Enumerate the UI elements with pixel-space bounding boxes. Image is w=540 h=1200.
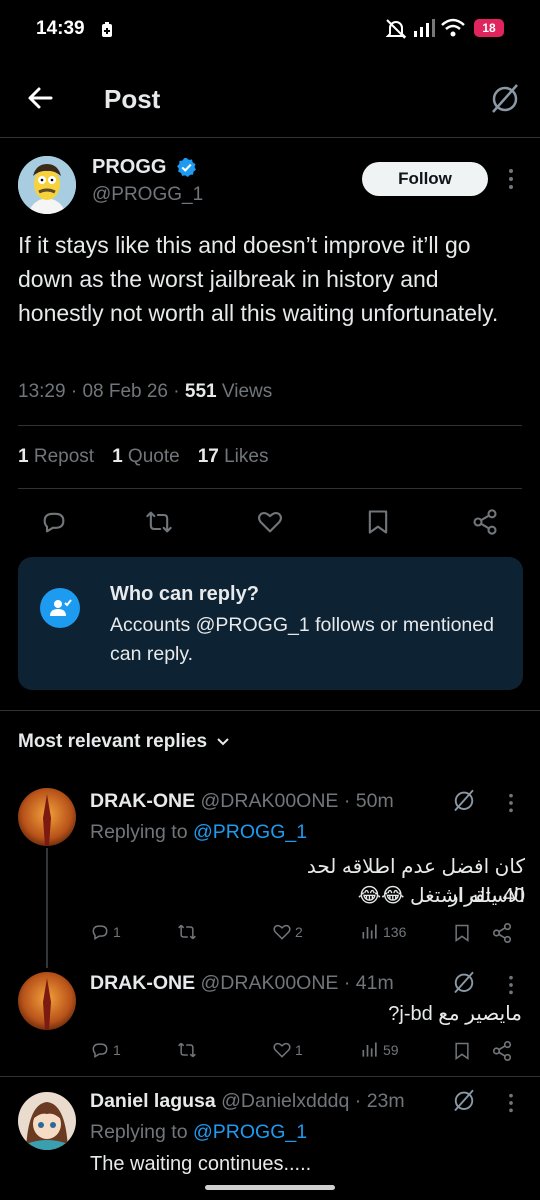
meta-divider [18,425,522,426]
share-icon[interactable] [491,1040,513,1062]
reply-comment-action[interactable]: 1 [90,1040,121,1060]
section-divider [0,710,540,711]
bookmark-icon[interactable] [452,1040,472,1062]
reply-views-action[interactable]: 59 [360,1040,399,1060]
verified-badge-icon [177,157,196,178]
post-time: 13:29 [18,381,66,402]
reply-author-name[interactable]: DRAK-ONE [90,790,195,812]
replying-to: Replying to @PROGG_1 [90,1121,308,1143]
reply-text-line: 40 ياله اشتغل 😂😂 [357,885,525,907]
views-icon [362,1042,377,1057]
quotes-stat[interactable]: 1 Quote [112,446,180,468]
reply-divider [0,1076,540,1077]
like-icon [273,1042,291,1058]
post-meta: 13:29 · 08 Feb 26 · 551 Views [18,381,272,403]
share-icon[interactable] [491,922,513,944]
reply-age: · 23m [354,1090,405,1112]
reply-text-line: مايصير مع j-bd? [388,1003,522,1025]
like-icon [273,924,291,940]
mute-icon [385,19,407,39]
like-icon[interactable] [256,508,284,536]
grok-icon[interactable] [452,970,476,994]
meta-separator: · [173,381,180,402]
back-arrow-icon[interactable] [26,84,54,112]
post-text: If it stays like this and doesn’t improv… [18,232,499,326]
reply-icon[interactable] [40,508,68,536]
more-icon[interactable] [506,167,516,191]
home-indicator[interactable] [205,1185,335,1190]
post-stats: 1 Repost 1 Quote 17 Likes [18,446,268,468]
reply-repost-action[interactable] [177,1040,200,1060]
notification-icon [102,22,112,37]
chevron-down-icon [217,738,229,746]
reply-author-name[interactable]: DRAK-ONE [90,972,195,994]
repost-icon [178,1042,196,1058]
reply-actions: 1 2 136 [0,922,540,946]
page-title: Post [104,84,161,114]
reply-age: · 50m [343,790,394,812]
header-divider [0,137,540,138]
likes-stat[interactable]: 17 Likes [198,446,269,468]
reply-author-handle[interactable]: @DRAK00ONE [201,972,339,994]
who-can-reply-body: Accounts @PROGG_1 follows or mentioned c… [110,614,494,665]
reply-author-name[interactable]: Daniel lagusa [90,1090,216,1112]
views-label: Views [221,381,273,402]
reposts-stat[interactable]: 1 Repost [18,446,94,468]
battery-indicator: 18 [474,19,504,37]
reply-header: Daniel lagusa @Danielxdddq · 23m [90,1090,405,1113]
bookmark-icon[interactable] [364,508,392,536]
replying-to: Replying to @PROGG_1 [90,821,308,843]
grok-icon[interactable] [452,788,476,812]
reply-avatar[interactable] [18,788,76,846]
author-handle[interactable]: @PROGG_1 [92,184,203,206]
repost-icon [178,924,196,940]
signal-icon [414,19,435,37]
grok-icon[interactable] [489,82,521,114]
replies-filter-label: Most relevant replies [18,731,208,752]
thread-line [46,848,48,968]
more-icon[interactable] [506,1092,516,1114]
replies-filter[interactable]: Most relevant replies [18,731,231,753]
replying-to-link[interactable]: @PROGG_1 [193,1121,307,1143]
views-count: 551 [184,381,217,402]
repost-icon[interactable] [145,508,173,536]
reply-comment-action[interactable]: 1 [90,922,121,942]
reply-like-action[interactable]: 2 [272,922,303,942]
reply-author-handle[interactable]: @DRAK00ONE [201,790,339,812]
add-user-icon [40,588,80,628]
reply-icon [92,1043,108,1058]
share-icon[interactable] [471,508,499,536]
author-name[interactable]: PROGG [92,156,166,179]
reply-actions: 1 1 59 [0,1040,540,1064]
reply-text-line: The waiting continues..... [90,1153,312,1175]
who-can-reply-card: Who can reply? Accounts @PROGG_1 follows… [18,557,523,690]
reply-age: · 41m [343,972,394,994]
follow-button[interactable]: Follow [362,162,488,196]
reply-icon [92,925,108,940]
stats-divider [18,488,522,489]
grok-icon[interactable] [452,1088,476,1112]
bookmark-icon[interactable] [452,922,472,944]
more-icon[interactable] [506,974,516,996]
reply-avatar[interactable] [18,972,76,1030]
reply-like-action[interactable]: 1 [272,1040,303,1060]
reply-header: DRAK-ONE @DRAK00ONE · 41m [90,972,394,995]
status-time: 14:39 [36,18,85,39]
author-avatar[interactable] [18,156,76,214]
who-can-reply-title: Who can reply? [110,583,259,605]
reply-header: DRAK-ONE @DRAK00ONE · 50m [90,790,394,813]
replying-to-link[interactable]: @PROGG_1 [193,821,307,843]
reply-author-handle[interactable]: @Danielxdddq [221,1090,349,1112]
views-icon [362,924,377,939]
reply-views-action[interactable]: 136 [360,922,406,942]
meta-separator: · [70,381,78,402]
post-date: 08 Feb 26 [82,381,169,402]
reply-repost-action[interactable] [177,922,200,942]
wifi-icon [441,18,465,37]
more-icon[interactable] [506,792,516,814]
reply-avatar[interactable] [18,1092,76,1150]
